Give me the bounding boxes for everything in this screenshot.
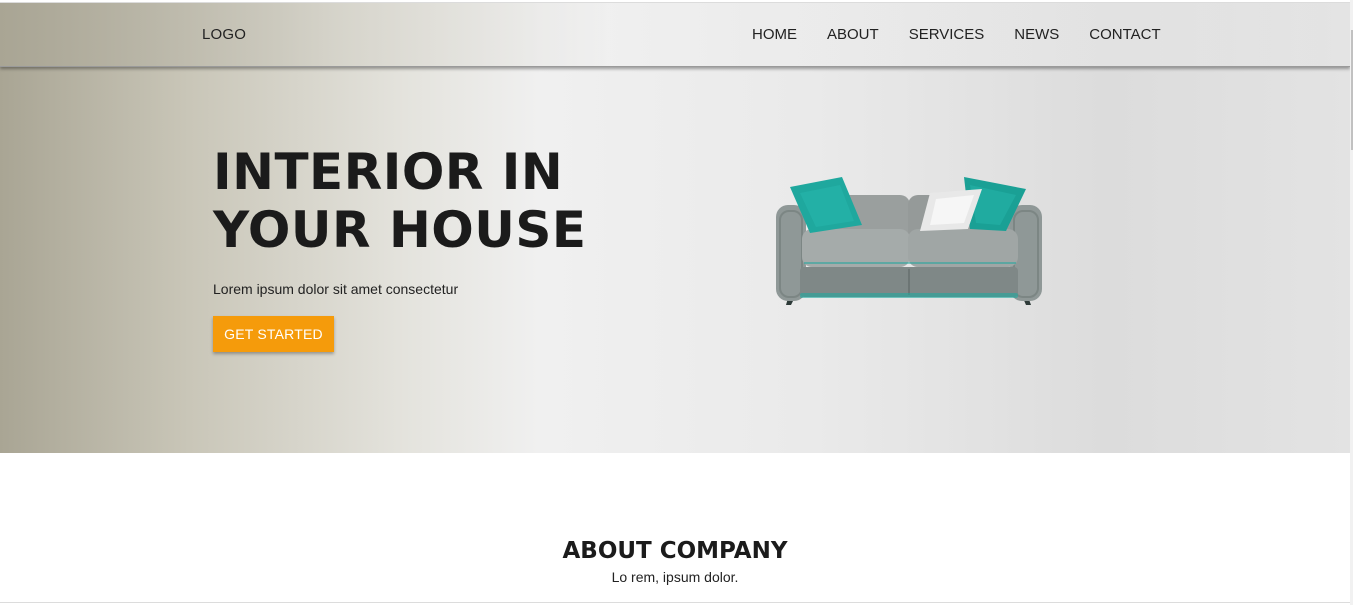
hero-subtitle: Lorem ipsum dolor sit amet consectetur [213, 281, 459, 297]
hero-section: LOGO HOME ABOUT SERVICES NEWS CONTACT IN… [0, 3, 1350, 453]
nav-about[interactable]: ABOUT [827, 26, 879, 43]
nav-home[interactable]: HOME [752, 26, 797, 43]
nav-news[interactable]: NEWS [1014, 26, 1059, 43]
hero-title-line1: INTERIOR IN [213, 143, 564, 201]
nav-contact[interactable]: CONTACT [1089, 26, 1160, 43]
logo[interactable]: LOGO [202, 26, 246, 43]
hero-title: INTERIOR IN YOUR HOUSE [213, 143, 633, 259]
main-nav: HOME ABOUT SERVICES NEWS CONTACT [752, 26, 1161, 43]
get-started-button[interactable]: GET STARTED [213, 316, 334, 352]
about-title: ABOUT COMPANY [562, 538, 788, 564]
nav-services[interactable]: SERVICES [909, 26, 985, 43]
sofa-image [776, 177, 1042, 305]
navbar: LOGO HOME ABOUT SERVICES NEWS CONTACT [0, 3, 1350, 67]
page: LOGO HOME ABOUT SERVICES NEWS CONTACT IN… [0, 2, 1350, 603]
about-subtitle: Lo rem, ipsum dolor. [611, 569, 739, 585]
hero-title-line2: YOUR HOUSE [213, 201, 587, 259]
